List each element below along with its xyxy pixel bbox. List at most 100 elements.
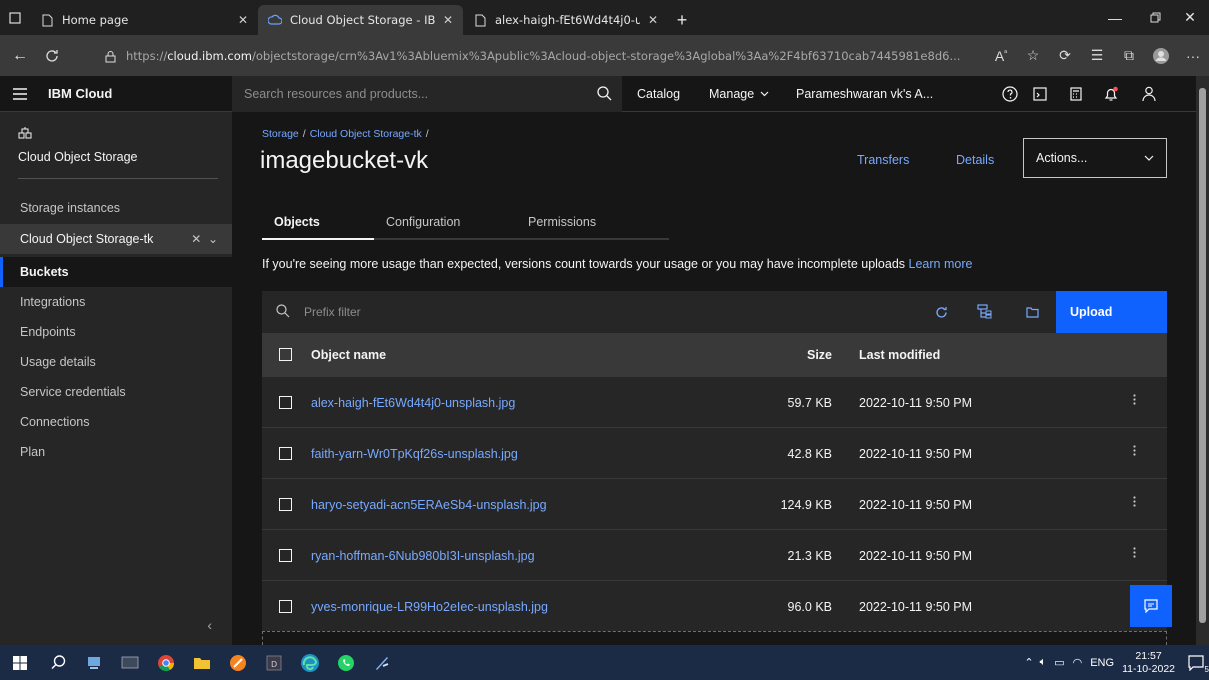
sidebar-item-storage-instances[interactable]: Storage instances bbox=[0, 193, 232, 223]
sidebar-item-plan[interactable]: Plan bbox=[0, 437, 232, 467]
hamburger-menu-icon[interactable] bbox=[0, 87, 40, 100]
sidebar-item-integrations[interactable]: Integrations bbox=[0, 287, 232, 317]
browser-tab-ibm-cloud[interactable]: Cloud Object Storage - IBM Clou ✕ bbox=[258, 5, 463, 35]
sidebar-item-service-credentials[interactable]: Service credentials bbox=[0, 377, 232, 407]
whatsapp-icon[interactable] bbox=[328, 645, 364, 680]
language-indicator[interactable]: ENG bbox=[1090, 657, 1114, 669]
search-input[interactable]: Search resources and products... bbox=[232, 76, 622, 112]
close-icon[interactable]: ✕ bbox=[238, 13, 248, 27]
file-explorer-icon[interactable] bbox=[184, 645, 220, 680]
tray-chevron-up-icon[interactable]: ⌃ bbox=[1024, 656, 1033, 669]
row-checkbox[interactable] bbox=[279, 498, 292, 511]
task-view-icon[interactable] bbox=[76, 645, 112, 680]
tab-objects[interactable]: Objects bbox=[262, 206, 374, 240]
notifications-bell-icon[interactable] bbox=[1096, 76, 1126, 112]
notification-center-icon[interactable]: 5 bbox=[1183, 652, 1209, 674]
overflow-menu-icon[interactable] bbox=[1127, 445, 1141, 461]
breadcrumb-link[interactable]: Storage bbox=[262, 128, 299, 140]
refresh-icon[interactable] bbox=[36, 40, 68, 72]
battery-icon[interactable]: ▭ bbox=[1054, 656, 1064, 669]
windows-start-icon[interactable] bbox=[0, 645, 40, 680]
learn-more-link[interactable]: Learn more bbox=[909, 257, 973, 271]
details-link[interactable]: Details bbox=[956, 153, 994, 167]
transfers-link[interactable]: Transfers bbox=[857, 153, 909, 167]
edge-browser-icon[interactable] bbox=[292, 645, 328, 680]
object-name-link[interactable]: faith-yarn-Wr0TpKqf26s-unsplash.jpg bbox=[311, 447, 518, 461]
sidebar-item-buckets[interactable]: Buckets bbox=[0, 257, 232, 287]
breadcrumb-link[interactable]: Cloud Object Storage-tk bbox=[310, 128, 422, 140]
scrollbar-thumb[interactable] bbox=[1199, 88, 1206, 623]
favorites-list-icon[interactable]: ☰ bbox=[1081, 47, 1113, 64]
row-checkbox[interactable] bbox=[279, 600, 292, 613]
snip-tool-icon[interactable] bbox=[364, 645, 400, 680]
dark-app-icon[interactable]: D bbox=[256, 645, 292, 680]
page-scrollbar[interactable] bbox=[1196, 76, 1209, 645]
overflow-menu-icon[interactable] bbox=[1127, 394, 1141, 410]
column-header-modified[interactable]: Last modified bbox=[859, 348, 940, 362]
table-row[interactable]: ryan-hoffman-6Nub980bI3I-unsplash.jpg 21… bbox=[262, 529, 1167, 580]
overflow-menu-icon[interactable] bbox=[1127, 547, 1141, 563]
search-icon[interactable] bbox=[597, 86, 612, 101]
orange-app-icon[interactable] bbox=[220, 645, 256, 680]
instance-close-chevron-icon[interactable]: ✕ ⌄ bbox=[191, 232, 218, 246]
close-window-button[interactable]: ✕ bbox=[1170, 0, 1209, 35]
minimize-button[interactable]: — bbox=[1095, 0, 1135, 35]
view-hierarchy-icon[interactable] bbox=[965, 291, 1005, 333]
refresh-icon[interactable] bbox=[921, 291, 961, 333]
help-icon[interactable] bbox=[995, 76, 1025, 112]
object-name-link[interactable]: yves-monrique-LR99Ho2eIec-unsplash.jpg bbox=[311, 600, 548, 614]
overflow-menu-icon[interactable] bbox=[1127, 496, 1141, 512]
upload-drop-zone[interactable] bbox=[262, 631, 1167, 645]
collapse-sidebar-chevron-icon[interactable]: ‹ bbox=[207, 617, 212, 633]
actions-dropdown[interactable]: Actions... bbox=[1023, 138, 1167, 178]
system-clock[interactable]: 21:57 11-10-2022 bbox=[1122, 650, 1175, 676]
cost-estimator-icon[interactable] bbox=[1061, 76, 1091, 112]
taskbar-search-icon[interactable] bbox=[40, 645, 76, 680]
row-checkbox[interactable] bbox=[279, 549, 292, 562]
object-name-link[interactable]: ryan-hoffman-6Nub980bI3I-unsplash.jpg bbox=[311, 549, 535, 563]
account-switcher[interactable]: Parameshwaran vk's A... bbox=[796, 76, 933, 112]
close-icon[interactable]: ✕ bbox=[443, 13, 453, 27]
wifi-icon[interactable]: ◠ bbox=[1073, 656, 1083, 669]
column-header-size[interactable]: Size bbox=[807, 348, 832, 362]
browser-tab-home[interactable]: Home page ✕ bbox=[30, 5, 258, 35]
new-tab-button[interactable]: + bbox=[668, 5, 696, 35]
profile-avatar-icon[interactable] bbox=[1145, 47, 1177, 65]
user-profile-icon[interactable] bbox=[1134, 76, 1164, 112]
folder-icon[interactable] bbox=[1012, 291, 1052, 333]
back-arrow-icon[interactable]: ← bbox=[4, 40, 36, 72]
extensions-icon[interactable]: ⟳ bbox=[1049, 47, 1081, 64]
select-all-checkbox[interactable] bbox=[279, 348, 292, 361]
feedback-button[interactable] bbox=[1130, 585, 1172, 627]
volume-icon[interactable]: 🔈︎ bbox=[1040, 656, 1047, 669]
table-row[interactable]: haryo-setyadi-acn5ERAeSb4-unsplash.jpg 1… bbox=[262, 478, 1167, 529]
browser-tab-image[interactable]: alex-haigh-fEt6Wd4t4j0-unsplas ✕ bbox=[463, 5, 668, 35]
ibm-cloud-brand[interactable]: IBM Cloud bbox=[48, 86, 112, 101]
monitor-app-icon[interactable] bbox=[112, 645, 148, 680]
object-name-link[interactable]: haryo-setyadi-acn5ERAeSb4-unsplash.jpg bbox=[311, 498, 547, 512]
cloud-shell-icon[interactable] bbox=[1025, 76, 1055, 112]
favorite-star-icon[interactable]: ☆ bbox=[1017, 47, 1049, 64]
prefix-filter-input[interactable]: Prefix filter bbox=[304, 305, 361, 319]
object-name-link[interactable]: alex-haigh-fEt6Wd4t4j0-unsplash.jpg bbox=[311, 396, 515, 410]
close-icon[interactable]: ✕ bbox=[648, 13, 658, 27]
upload-button[interactable]: Upload bbox=[1056, 291, 1167, 333]
row-checkbox[interactable] bbox=[279, 396, 292, 409]
tab-configuration[interactable]: Configuration bbox=[374, 206, 516, 240]
table-row[interactable]: alex-haigh-fEt6Wd4t4j0-unsplash.jpg 59.7… bbox=[262, 376, 1167, 427]
sidebar-item-endpoints[interactable]: Endpoints bbox=[0, 317, 232, 347]
catalog-link[interactable]: Catalog bbox=[637, 76, 680, 112]
manage-menu[interactable]: Manage bbox=[709, 76, 769, 112]
column-header-name[interactable]: Object name bbox=[311, 348, 386, 362]
tab-permissions[interactable]: Permissions bbox=[516, 206, 669, 240]
table-row[interactable]: yves-monrique-LR99Ho2eIec-unsplash.jpg 9… bbox=[262, 580, 1167, 631]
more-menu-icon[interactable]: ··· bbox=[1177, 48, 1209, 64]
restore-button[interactable] bbox=[1135, 0, 1175, 35]
table-row[interactable]: faith-yarn-Wr0TpKqf26s-unsplash.jpg 42.8… bbox=[262, 427, 1167, 478]
tab-actions-icon[interactable] bbox=[0, 0, 30, 35]
sidebar-item-usage-details[interactable]: Usage details bbox=[0, 347, 232, 377]
collections-icon[interactable]: ⧉ bbox=[1113, 47, 1145, 64]
row-checkbox[interactable] bbox=[279, 447, 292, 460]
read-aloud-icon[interactable]: Aᵃ bbox=[985, 48, 1017, 64]
chrome-icon[interactable] bbox=[148, 645, 184, 680]
